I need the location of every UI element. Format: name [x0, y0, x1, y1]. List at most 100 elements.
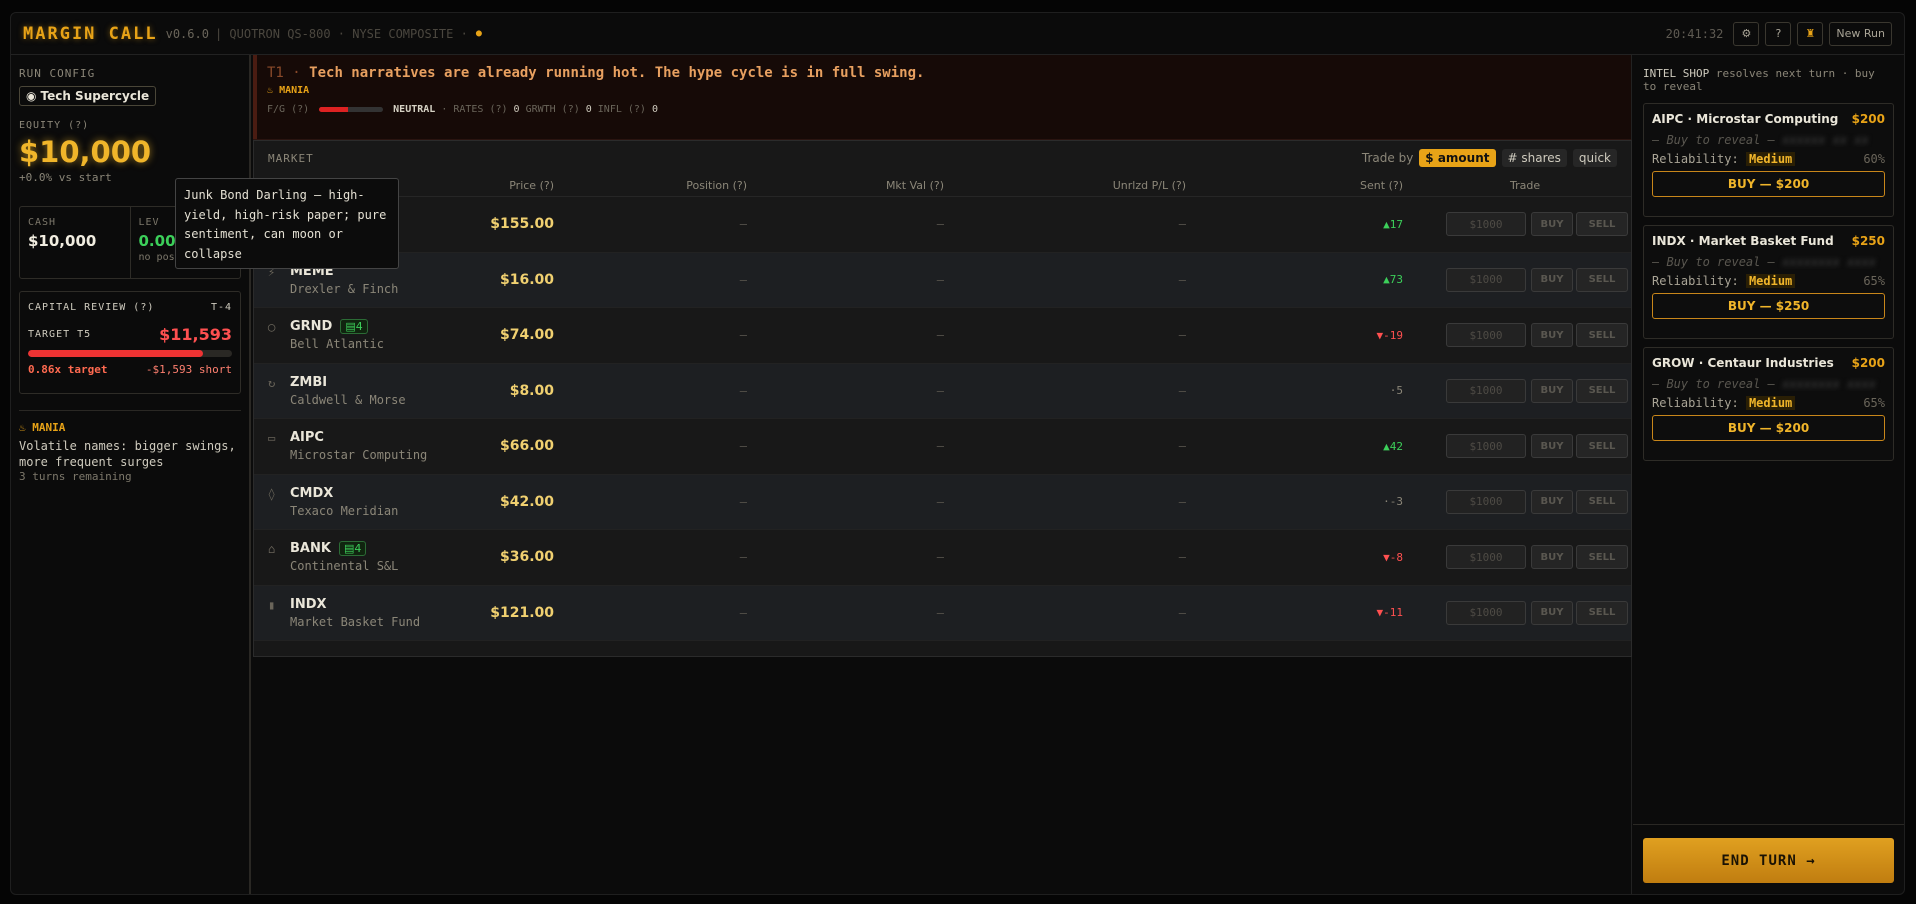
- mktval-value: —: [936, 328, 944, 343]
- sentiment-value: ▼-11: [1376, 606, 1404, 620]
- intel-card: AIPC · Microstar Computing $200 — Buy to r…: [1643, 103, 1894, 217]
- mode-amount[interactable]: $ amount: [1419, 149, 1496, 167]
- intel-title: INTEL SHOP: [1643, 67, 1710, 80]
- equity-label: EQUITY (?): [19, 120, 90, 131]
- sentiment-value: ▲42: [1383, 439, 1403, 453]
- sell-button[interactable]: SELL: [1576, 545, 1628, 570]
- rates-value: 0: [513, 104, 520, 115]
- price-value: $42.00: [499, 493, 554, 510]
- sector-icon: ◊: [268, 486, 276, 501]
- help-button[interactable]: ?: [1765, 21, 1792, 46]
- buy-button[interactable]: BUY: [1531, 434, 1573, 459]
- reliability-label: Reliability:: [1652, 152, 1739, 166]
- sell-button[interactable]: SELL: [1576, 378, 1628, 403]
- amount-input[interactable]: $1000: [1446, 267, 1526, 292]
- position-value: —: [739, 439, 747, 454]
- table-row[interactable]: ↻ ZMBI Caldwell & Morse $8.00 — — — ·5 $1000 BUY S…: [254, 363, 1631, 419]
- buy-button[interactable]: BUY: [1531, 378, 1573, 403]
- fear-greed-meter: [319, 107, 384, 112]
- intel-panel: INTEL SHOP resolves next turn · buy to r…: [1633, 55, 1904, 894]
- new-run-button[interactable]: New Run: [1829, 21, 1892, 46]
- intel-card-title: INDX · Market Basket Fund: [1652, 234, 1834, 248]
- buy-button[interactable]: BUY: [1531, 545, 1573, 570]
- sector-icon: ◯: [268, 320, 276, 335]
- mode-shares[interactable]: # shares: [1501, 149, 1567, 167]
- buy-button[interactable]: BUY: [1531, 267, 1573, 292]
- amount-input[interactable]: $1000: [1446, 323, 1526, 348]
- pnl-value: —: [1178, 217, 1186, 232]
- event-tag: MANIA: [279, 85, 310, 96]
- sell-button[interactable]: SELL: [1576, 434, 1628, 459]
- pnl-value: —: [1178, 439, 1186, 454]
- amount-input[interactable]: $1000: [1446, 545, 1526, 570]
- table-row[interactable]: ries$155.00———▲17$1000BUYSELL: [254, 197, 1631, 253]
- position-value: —: [739, 217, 747, 232]
- table-row[interactable]: ▮ INDX Market Basket Fund $121.00 — — — ▼-11 $10…: [254, 585, 1631, 641]
- company-name: Market Basket Fund: [290, 614, 421, 629]
- position-value: —: [739, 383, 747, 398]
- sell-button[interactable]: SELL: [1576, 600, 1628, 625]
- top-bar: MARGIN CALL v0.6.0 | QUOTRON QS-800 · NY…: [11, 13, 1904, 55]
- amount-input[interactable]: $1000: [1446, 212, 1526, 237]
- cash-value: $10,000: [28, 232, 97, 250]
- buy-button[interactable]: BUY: [1531, 489, 1573, 514]
- fear-greed-label[interactable]: F/G (?): [267, 104, 309, 115]
- sector-icon: ⌂: [268, 542, 276, 557]
- growth-label[interactable]: GRWTH (?): [526, 104, 580, 115]
- end-turn-button[interactable]: END TURN →: [1643, 838, 1894, 883]
- reliability-label: Reliability:: [1652, 396, 1739, 410]
- flame-icon: ♨: [267, 85, 274, 96]
- sell-button[interactable]: SELL: [1576, 212, 1628, 237]
- table-row[interactable]: ◊ CMDX Texaco Meridian $42.00 — — — ·-3 $1000 BUY…: [254, 474, 1631, 530]
- intel-buy-button[interactable]: BUY — $250: [1652, 293, 1885, 319]
- intel-hidden-text: xxxxxxxx xxxx: [1782, 255, 1876, 269]
- table-row[interactable]: ◯ GRND ▤4 Bell Atlantic $74.00 — — — ▼-19 $1000 BU…: [254, 308, 1631, 364]
- table-row[interactable]: ⌂ BANK ▤4 Continental S&L $36.00 — — — ▼-8 $1000 B…: [254, 530, 1631, 586]
- scenario-chip[interactable]: ◉ Tech Supercycle: [19, 86, 157, 106]
- col-position: Position (?): [686, 179, 747, 192]
- trophy-icon: ♜: [1805, 27, 1816, 40]
- price-value: $155.00: [490, 216, 554, 233]
- mktval-value: —: [936, 217, 944, 232]
- intel-buy-button[interactable]: BUY — $200: [1652, 171, 1885, 197]
- leaderboard-button[interactable]: ♜: [1797, 21, 1824, 46]
- amount-input[interactable]: $1000: [1446, 489, 1526, 514]
- rates-label[interactable]: RATES (?): [453, 104, 507, 115]
- app-window: MARGIN CALL v0.6.0 | QUOTRON QS-800 · NY…: [10, 12, 1905, 895]
- buy-button[interactable]: BUY: [1531, 212, 1573, 237]
- globe-icon: ◉: [26, 89, 37, 103]
- intel-card-cost: $200: [1851, 112, 1885, 126]
- mode-quick[interactable]: quick: [1572, 149, 1617, 167]
- intel-buy-button[interactable]: BUY — $200: [1652, 415, 1885, 441]
- market-label: MARKET: [268, 151, 314, 165]
- ticker-symbol: GRND: [290, 319, 333, 335]
- sell-button[interactable]: SELL: [1576, 489, 1628, 514]
- table-header: Price (?) Position (?) Mkt Val (?) Unrlz…: [254, 175, 1631, 197]
- col-sent: Sent (?): [1360, 179, 1403, 192]
- mktval-value: —: [936, 494, 944, 509]
- dividend-badge: ▤4: [340, 319, 368, 335]
- event-banner: T1 · Tech narratives are already running…: [253, 55, 1631, 140]
- table-row[interactable]: ⚡ MEME Drexler & Finch $16.00— — — ▲73 $1000 BUY…: [254, 252, 1631, 308]
- col-trade: Trade: [1510, 179, 1541, 192]
- col-pnl: Unrlzd P/L (?): [1112, 179, 1186, 192]
- table-row[interactable]: ▭ AIPC Microstar Computing $66.00 — — — ▲42 $100…: [254, 419, 1631, 475]
- amount-input[interactable]: $1000: [1446, 434, 1526, 459]
- center-panel: T1 · Tech narratives are already running…: [253, 55, 1632, 894]
- sell-button[interactable]: SELL: [1576, 323, 1628, 348]
- price-value: $36.00: [499, 549, 554, 566]
- buy-button[interactable]: BUY: [1531, 600, 1573, 625]
- inflation-label[interactable]: INFL (?): [598, 104, 646, 115]
- buy-button[interactable]: BUY: [1531, 323, 1573, 348]
- price-value: $74.00: [499, 327, 554, 344]
- mktval-value: —: [936, 439, 944, 454]
- sentiment-value: ·-3: [1383, 495, 1403, 509]
- scenario-name: Tech Supercycle: [40, 89, 150, 103]
- position-value: —: [739, 272, 747, 287]
- amount-input[interactable]: $1000: [1446, 600, 1526, 625]
- sell-button[interactable]: SELL: [1576, 267, 1628, 292]
- amount-input[interactable]: $1000: [1446, 378, 1526, 403]
- pnl-value: —: [1178, 272, 1186, 287]
- settings-button[interactable]: ⚙: [1733, 21, 1760, 46]
- ticker-symbol: CMDX: [290, 485, 334, 501]
